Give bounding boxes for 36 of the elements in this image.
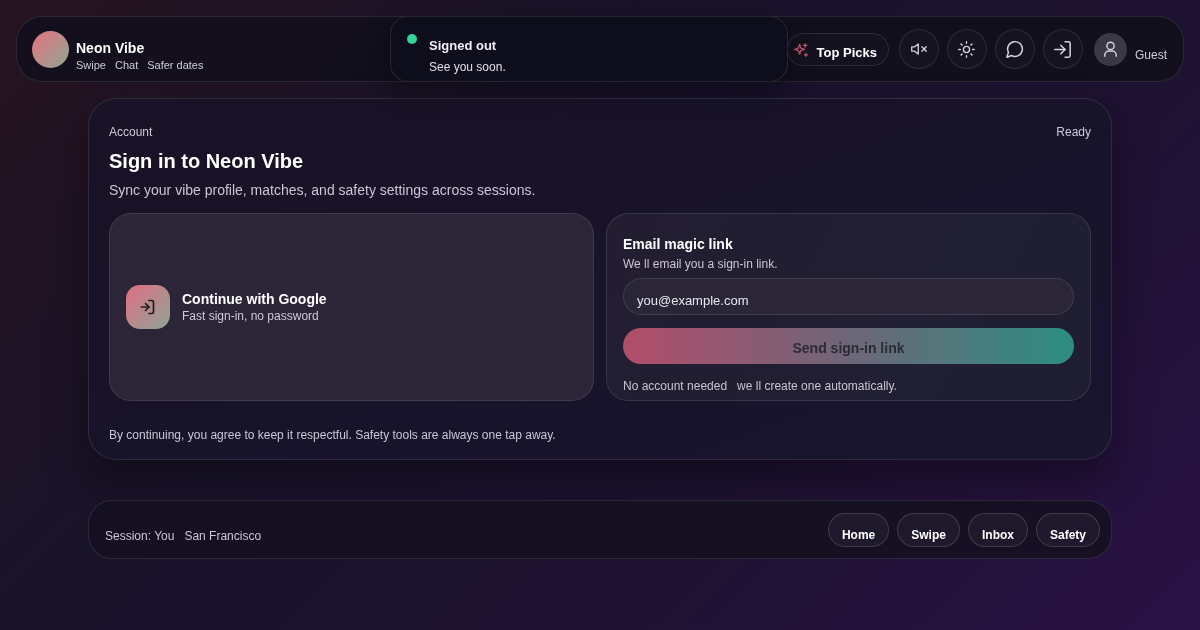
speaker-muted-icon bbox=[911, 42, 927, 56]
mute-button[interactable] bbox=[899, 29, 939, 69]
nav-button[interactable]: Swipe bbox=[897, 512, 960, 547]
theme-toggle-button[interactable] bbox=[947, 29, 987, 69]
nav-button[interactable]: Inbox bbox=[967, 512, 1028, 547]
session-label: Session: You bbox=[105, 528, 175, 545]
sign-in-button[interactable] bbox=[1043, 29, 1083, 69]
google-sign-in-button[interactable]: Continue with Google Fast sign-in, no password bbox=[109, 213, 594, 401]
sign-in-icon bbox=[1054, 40, 1072, 58]
tagline-item: Safer dates bbox=[147, 58, 204, 72]
toast-message: See you soon. bbox=[429, 59, 506, 75]
location-label: San Francisco bbox=[184, 528, 262, 545]
section-label: Account bbox=[109, 124, 153, 140]
logo-icon bbox=[32, 30, 69, 68]
chat-bubble-icon bbox=[1006, 40, 1024, 58]
email-card-subtitle: We ll email you a sign-in link. bbox=[623, 256, 779, 272]
sign-in-tile-icon bbox=[126, 285, 170, 329]
chat-button[interactable] bbox=[995, 29, 1035, 69]
tagline-item: Swipe bbox=[76, 58, 106, 72]
nav-button[interactable]: Home bbox=[827, 512, 890, 547]
status-text: Ready bbox=[1056, 124, 1091, 140]
card-subtitle: Sync your vibe profile, matches, and safety settings across sessions. bbox=[109, 181, 537, 200]
email-card-title: Email magic link bbox=[623, 235, 734, 254]
toast-title: Signed out bbox=[429, 38, 498, 54]
tagline-item: Chat bbox=[114, 58, 139, 72]
email-input-field[interactable]: you@example.com bbox=[623, 278, 1074, 315]
card-title: Sign in to Neon Vibe bbox=[109, 149, 305, 174]
brand-name: Neon Vibe bbox=[76, 40, 146, 57]
sun-icon bbox=[958, 40, 976, 58]
top-picks-button[interactable]: Top Picks bbox=[786, 33, 889, 66]
terms-note: By continuing, you agree to keep it respectful. Safety tools are always one tap away. bbox=[109, 427, 557, 443]
sparkles-icon bbox=[793, 42, 808, 57]
nav-button[interactable]: Safety bbox=[1035, 512, 1100, 547]
user-avatar-icon[interactable] bbox=[1094, 32, 1127, 66]
user-name: Guest bbox=[1135, 47, 1167, 64]
email-note: No account needed we ll create one automatically. bbox=[623, 378, 898, 394]
